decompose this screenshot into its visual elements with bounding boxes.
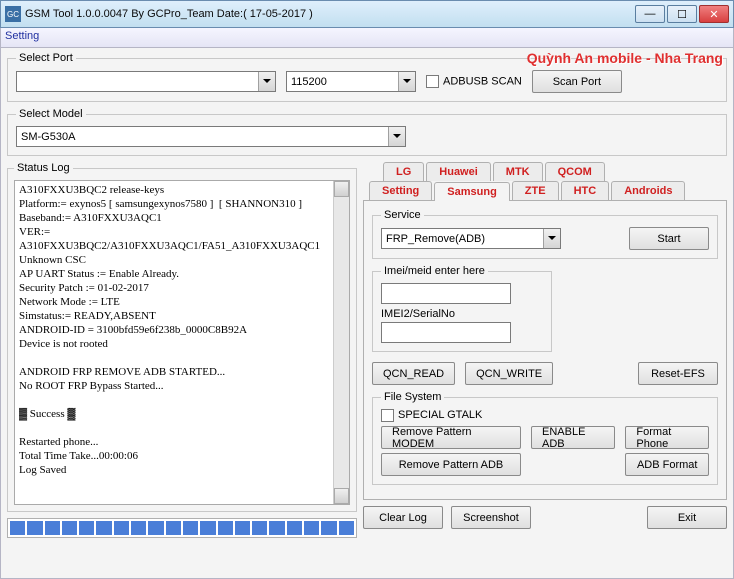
imei-input[interactable]	[381, 283, 511, 304]
status-log-legend: Status Log	[14, 162, 73, 174]
baud-combo[interactable]: 115200	[286, 71, 416, 92]
special-gtalk-checkbox[interactable]: SPECIAL GTALK	[381, 409, 482, 421]
service-combo[interactable]: FRP_Remove(ADB)	[381, 228, 561, 249]
window-title: GSM Tool 1.0.0.0047 By GCPro_Team Date:(…	[25, 8, 635, 20]
tab-samsung[interactable]: Samsung	[434, 182, 510, 201]
scroll-down-icon[interactable]	[334, 488, 349, 504]
tab-lg[interactable]: LG	[383, 162, 424, 181]
select-port-legend: Select Port	[16, 52, 76, 64]
tab-zte[interactable]: ZTE	[512, 181, 559, 200]
tab-panel-samsung: Service FRP_Remove(ADB) Start Imei/meid …	[363, 200, 727, 500]
format-phone-button[interactable]: Format Phone	[625, 426, 709, 449]
checkbox-icon	[426, 75, 439, 88]
tab-setting[interactable]: Setting	[369, 181, 432, 200]
imei-group: Imei/meid enter here IMEI2/SerialNo	[372, 265, 552, 352]
file-system-legend: File System	[381, 391, 444, 403]
chevron-down-icon	[258, 72, 275, 91]
adb-format-button[interactable]: ADB Format	[625, 453, 709, 476]
remove-pattern-modem-button[interactable]: Remove Pattern MODEM	[381, 426, 521, 449]
start-button[interactable]: Start	[629, 227, 709, 250]
app-icon: GC	[5, 6, 21, 22]
service-group: Service FRP_Remove(ADB) Start	[372, 209, 718, 259]
imei2-label: IMEI2/SerialNo	[381, 308, 543, 320]
menu-setting[interactable]: Setting	[5, 30, 39, 42]
port-combo[interactable]	[16, 71, 276, 92]
adbusb-checkbox[interactable]: ADBUSB SCAN	[426, 75, 522, 88]
status-log-group: Status Log A310FXXU3BQC2 release-keys Pl…	[7, 162, 357, 512]
scroll-up-icon[interactable]	[334, 181, 349, 197]
exit-button[interactable]: Exit	[647, 506, 727, 529]
tabs-container: LG Huawei MTK QCOM Setting Samsung ZTE H…	[363, 162, 727, 500]
remove-pattern-adb-button[interactable]: Remove Pattern ADB	[381, 453, 521, 476]
reset-efs-button[interactable]: Reset-EFS	[638, 362, 718, 385]
chevron-down-icon	[398, 72, 415, 91]
chevron-down-icon	[543, 229, 560, 248]
maximize-button[interactable]: ☐	[667, 5, 697, 23]
select-port-group: Select Port 115200 ADBUSB SCAN Scan Port	[7, 52, 727, 102]
screenshot-button[interactable]: Screenshot	[451, 506, 531, 529]
file-system-group: File System SPECIAL GTALK Remove Pattern…	[372, 391, 718, 485]
status-log-text[interactable]: A310FXXU3BQC2 release-keys Platform:= ex…	[14, 180, 350, 505]
checkbox-icon	[381, 409, 394, 422]
model-combo[interactable]: SM-G530A	[16, 126, 406, 147]
qcn-read-button[interactable]: QCN_READ	[372, 362, 455, 385]
select-model-legend: Select Model	[16, 108, 86, 120]
service-legend: Service	[381, 209, 424, 221]
clear-log-button[interactable]: Clear Log	[363, 506, 443, 529]
enable-adb-button[interactable]: ENABLE ADB	[531, 426, 615, 449]
select-model-group: Select Model SM-G530A	[7, 108, 727, 156]
tab-huawei[interactable]: Huawei	[426, 162, 491, 181]
qcn-write-button[interactable]: QCN_WRITE	[465, 362, 553, 385]
tab-htc[interactable]: HTC	[561, 181, 610, 200]
scrollbar[interactable]	[333, 181, 349, 504]
close-button[interactable]: ✕	[699, 5, 729, 23]
menu-bar: Setting	[0, 28, 734, 48]
imei2-input[interactable]	[381, 322, 511, 343]
tab-mtk[interactable]: MTK	[493, 162, 543, 181]
progress-bar	[7, 518, 357, 538]
minimize-button[interactable]: —	[635, 5, 665, 23]
title-bar: GC GSM Tool 1.0.0.0047 By GCPro_Team Dat…	[0, 0, 734, 28]
imei-legend: Imei/meid enter here	[381, 265, 488, 277]
tab-qcom[interactable]: QCOM	[545, 162, 605, 181]
scan-port-button[interactable]: Scan Port	[532, 70, 622, 93]
chevron-down-icon	[388, 127, 405, 146]
tab-androids[interactable]: Androids	[611, 181, 685, 200]
